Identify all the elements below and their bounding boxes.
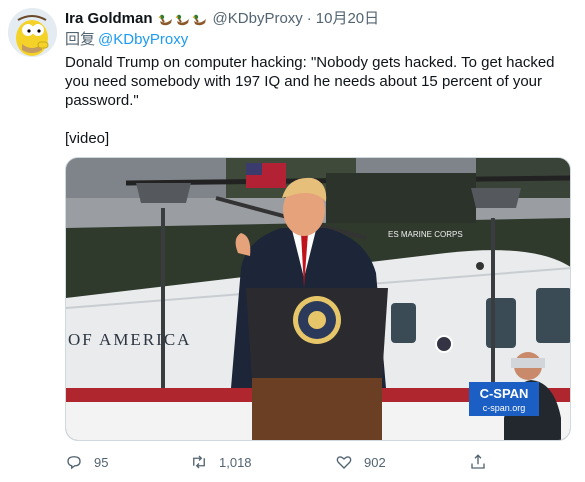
retweet-button[interactable]: 1,018	[190, 453, 252, 471]
reply-prefix: 回复	[65, 31, 96, 48]
retweet-icon	[193, 455, 205, 469]
name-badges	[158, 11, 208, 27]
display-name[interactable]: Ira Goldman	[65, 10, 153, 28]
tweet-date[interactable]: 10月20日	[316, 10, 379, 28]
author-handle[interactable]: @KDbyProxy	[213, 10, 303, 28]
like-count: 902	[364, 454, 386, 470]
video-player[interactable]: OF AMERICA ES MARINE CORPS C-SPAN c-span…	[65, 157, 571, 441]
duck-emoji-icon	[175, 14, 189, 26]
reply-mention-link[interactable]: @KDbyProxy	[98, 31, 188, 48]
marine-corps-text: ES MARINE CORPS	[388, 230, 463, 239]
retweet-count: 1,018	[219, 454, 252, 470]
duck-emoji-icon	[192, 14, 206, 26]
reply-count: 95	[94, 454, 109, 470]
video-frame: OF AMERICA ES MARINE CORPS C-SPAN c-span…	[66, 158, 570, 440]
duck-emoji-icon	[158, 14, 172, 26]
helicopter-text: OF AMERICA	[68, 330, 191, 349]
heart-icon	[336, 456, 352, 469]
share-icon	[471, 454, 485, 469]
reply-context: 回复 @KDbyProxy	[65, 31, 188, 49]
video-label: [video]	[65, 130, 110, 147]
cspan-logo-text: C-SPAN	[480, 386, 529, 401]
cspan-url-text: c-span.org	[483, 403, 526, 413]
action-bar: 95 1,018 902	[65, 453, 515, 475]
separator-dot: ·	[306, 10, 312, 27]
share-button[interactable]	[469, 453, 487, 471]
reply-button[interactable]: 95	[65, 453, 108, 471]
tweet-header: Ira Goldman @KDbyProxy · 10月20日	[65, 10, 379, 28]
tweet: Ira Goldman @KDbyProxy · 10月20日 回复 @KDbyP…	[0, 0, 585, 482]
avatar[interactable]	[8, 8, 57, 57]
reply-icon	[67, 456, 81, 470]
like-button[interactable]: 902	[335, 453, 386, 471]
tweet-text: Donald Trump on computer hacking: "Nobod…	[65, 54, 555, 109]
